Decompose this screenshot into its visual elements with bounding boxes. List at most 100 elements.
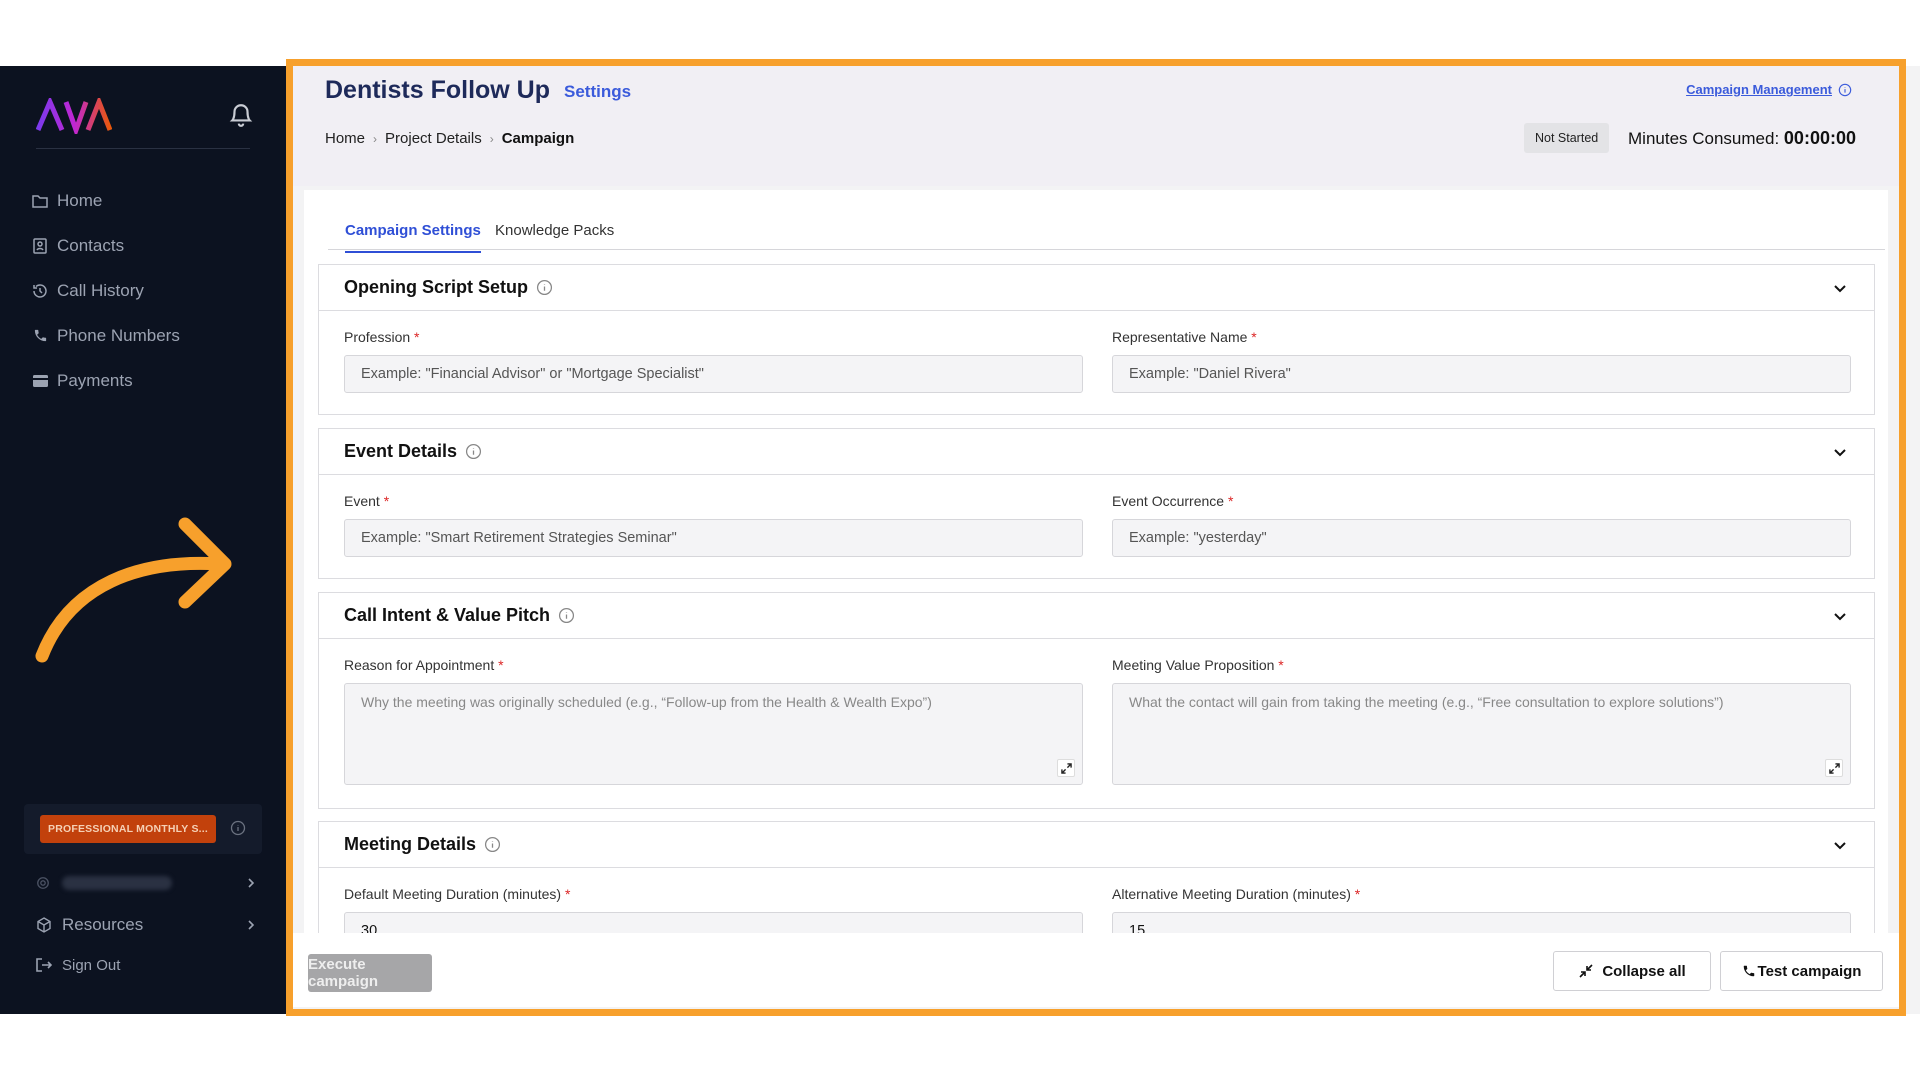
breadcrumb-home[interactable]: Home (325, 130, 365, 147)
account-row[interactable] (36, 868, 256, 898)
section-header[interactable]: Call Intent & Value Pitch (319, 593, 1874, 639)
section-title: Meeting Details (344, 834, 477, 854)
sidebar-item-contacts[interactable]: Contacts (32, 223, 262, 268)
plan-box: PROFESSIONAL MONTHLY S... (24, 804, 262, 854)
chevron-down-icon[interactable] (1832, 837, 1848, 853)
settings-link[interactable]: Settings (564, 82, 631, 102)
sidebar-item-home[interactable]: Home (32, 178, 262, 223)
page: Home Contacts Call History Phone Numbers… (0, 0, 1920, 1080)
section-header[interactable]: Meeting Details (319, 822, 1874, 868)
chevron-down-icon[interactable] (1832, 280, 1848, 296)
breadcrumb-current: Campaign (501, 130, 575, 147)
sidebar-item-label: Payments (57, 370, 133, 390)
expand-icon[interactable] (1057, 759, 1075, 777)
page-title: Dentists Follow Up (325, 76, 550, 104)
expand-icon[interactable] (1825, 759, 1843, 777)
sidebar-item-call-history[interactable]: Call History (32, 268, 262, 313)
field-label: Meeting Value Proposition * (1112, 657, 1284, 673)
info-icon[interactable] (536, 279, 553, 296)
field-label: Reason for Appointment * (344, 657, 504, 673)
representative-name-input[interactable]: Example: "Daniel Rivera" (1112, 355, 1851, 393)
field-label: Representative Name * (1112, 329, 1257, 345)
minutes-value: 00:00:00 (1783, 128, 1856, 148)
test-campaign-button[interactable]: Test campaign (1720, 951, 1883, 991)
blurred-account-name (62, 876, 172, 890)
value-proposition-placeholder: What the contact will gain from taking t… (1129, 694, 1724, 710)
sidebar-item-label: Phone Numbers (57, 325, 180, 345)
history-icon (32, 283, 48, 299)
plan-badge[interactable]: PROFESSIONAL MONTHLY S... (40, 815, 216, 843)
sidebar: Home Contacts Call History Phone Numbers… (0, 66, 286, 1014)
tab-knowledge-packs[interactable]: Knowledge Packs (495, 222, 614, 251)
test-campaign-label: Test campaign (1757, 962, 1862, 980)
breadcrumb: Home › Project Details › Campaign (325, 130, 574, 147)
sidebar-item-label: Home (57, 190, 103, 210)
sign-out-label: Sign Out (62, 956, 121, 974)
event-field: Event * Example: "Smart Retirement Strat… (344, 493, 1083, 557)
field-label: Event * (344, 493, 390, 509)
collapse-all-button[interactable]: Collapse all (1553, 951, 1711, 991)
card-icon (32, 373, 48, 389)
contacts-icon (32, 237, 48, 254)
reason-textarea[interactable]: Why the meeting was originally scheduled… (344, 683, 1083, 785)
event-occurrence-input[interactable]: Example: "yesterday" (1112, 519, 1851, 557)
profession-input[interactable]: Example: "Financial Advisor" or "Mortgag… (344, 355, 1083, 393)
field-label: Profession * (344, 329, 420, 345)
tab-campaign-settings[interactable]: Campaign Settings (345, 222, 481, 253)
phone-icon (1743, 965, 1754, 977)
value-proposition-textarea[interactable]: What the contact will gain from taking t… (1112, 683, 1851, 785)
section-opening-script: Opening Script Setup Profession * Exampl… (318, 264, 1875, 415)
ava-logo (36, 98, 112, 134)
info-icon[interactable] (558, 607, 575, 624)
status-badge: Not Started (1524, 123, 1610, 153)
profession-field: Profession * Example: "Financial Advisor… (344, 329, 1083, 393)
info-icon[interactable] (465, 443, 482, 460)
main-panel: Dentists Follow Up Settings Campaign Man… (286, 59, 1920, 1016)
event-input[interactable]: Example: "Smart Retirement Strategies Se… (344, 519, 1083, 557)
campaign-management-link[interactable]: Campaign Management (1686, 82, 1852, 97)
info-icon (1838, 83, 1852, 96)
section-title: Opening Script Setup (344, 277, 529, 297)
chevron-right-icon (248, 920, 255, 930)
section-header[interactable]: Opening Script Setup (319, 265, 1874, 311)
section-header[interactable]: Event Details (319, 429, 1874, 475)
chevron-down-icon[interactable] (1832, 444, 1848, 460)
campaign-management-label: Campaign Management (1686, 82, 1832, 97)
collapse-icon (1579, 964, 1593, 978)
info-icon[interactable] (484, 836, 501, 853)
tab-bar: Campaign Settings Knowledge Packs (328, 212, 1885, 253)
sign-out-link[interactable]: Sign Out (36, 950, 256, 980)
cube-icon (37, 917, 51, 933)
reason-field: Reason for Appointment * Why the meeting… (344, 657, 1083, 785)
collapse-all-label: Collapse all (1602, 962, 1686, 980)
chevron-down-icon[interactable] (1832, 608, 1848, 624)
page-header: Dentists Follow Up Settings Campaign Man… (286, 66, 1906, 186)
bell-icon[interactable] (228, 102, 254, 128)
sidebar-item-label: Call History (57, 280, 144, 300)
arrow-annotation-icon (35, 517, 232, 663)
event-occurrence-field: Event Occurrence * Example: "yesterday" (1112, 493, 1851, 557)
content-card: Campaign Settings Knowledge Packs Openin… (304, 190, 1888, 961)
sidebar-item-phone-numbers[interactable]: Phone Numbers (32, 313, 262, 358)
section-call-intent: Call Intent & Value Pitch Reason for App… (318, 592, 1875, 809)
sidebar-nav: Home Contacts Call History Phone Numbers… (32, 178, 262, 403)
footer-bar: Execute campaign Collapse all Test campa… (286, 933, 1906, 1007)
sidebar-divider (36, 148, 250, 149)
sidebar-item-label: Contacts (57, 235, 125, 255)
reason-placeholder: Why the meeting was originally scheduled… (361, 694, 932, 710)
value-proposition-field: Meeting Value Proposition * What the con… (1112, 657, 1851, 785)
sidebar-item-resources[interactable]: Resources (36, 910, 256, 940)
info-icon[interactable] (230, 820, 246, 836)
representative-name-field: Representative Name * Example: "Daniel R… (1112, 329, 1851, 393)
breadcrumb-project-details[interactable]: Project Details (385, 130, 482, 147)
section-event-details: Event Details Event * Example: "Smart Re… (318, 428, 1875, 579)
execute-campaign-button[interactable]: Execute campaign (308, 954, 432, 992)
gear-icon (37, 877, 49, 889)
folder-icon (32, 193, 48, 209)
section-title: Call Intent & Value Pitch (344, 605, 551, 625)
minutes-consumed: Minutes Consumed: 00:00:00 (1628, 128, 1856, 149)
minutes-label: Minutes Consumed: (1628, 129, 1780, 148)
field-label: Event Occurrence * (1112, 493, 1234, 509)
sidebar-item-payments[interactable]: Payments (32, 358, 262, 403)
chevron-right-icon: › (373, 131, 378, 146)
